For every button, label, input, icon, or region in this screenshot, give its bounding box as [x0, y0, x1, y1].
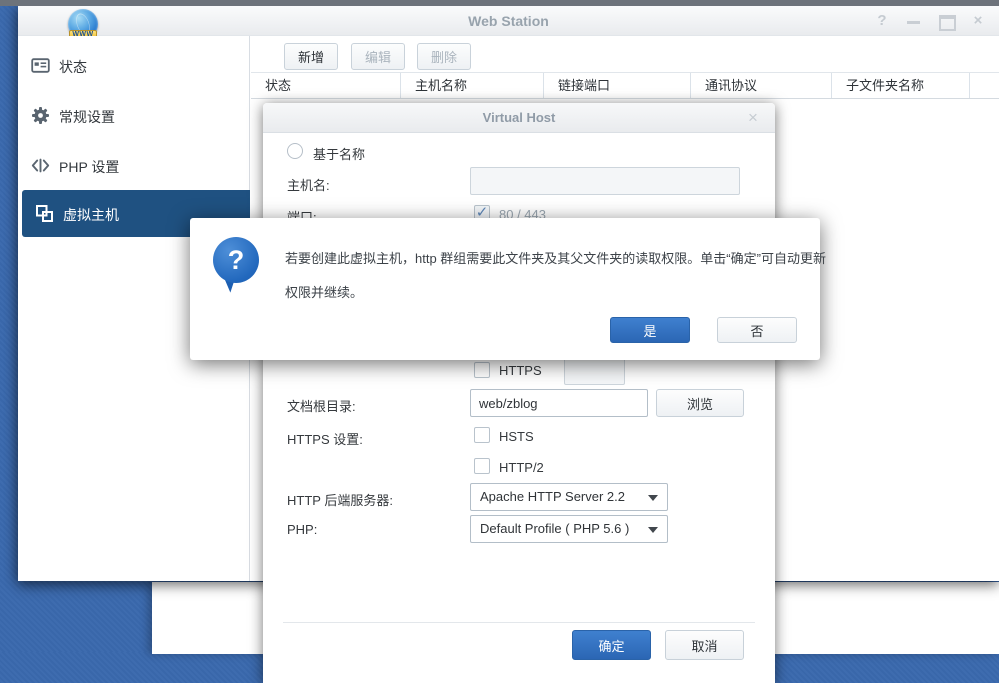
hostname-input[interactable] — [470, 167, 740, 195]
sidebar-item-label: 状态 — [59, 57, 87, 77]
delete-button[interactable]: 删除 — [417, 43, 471, 70]
php-value: Default Profile ( PHP 5.6 ) — [480, 521, 629, 536]
http2-checkbox[interactable] — [474, 458, 490, 474]
sidebar-item-status[interactable]: 状态 — [18, 52, 250, 80]
code-brackets-icon — [31, 156, 50, 175]
sidebar-item-label: PHP 设置 — [59, 157, 119, 177]
browser-top-strip — [0, 0, 999, 6]
dialog-close-icon[interactable]: × — [743, 108, 763, 128]
question-bubble-icon: ? — [213, 237, 259, 283]
no-button[interactable]: 否 — [717, 317, 797, 343]
maximize-icon[interactable] — [937, 12, 955, 30]
help-icon[interactable]: ? — [873, 12, 891, 30]
dialog-footer-divider — [283, 622, 755, 623]
https-settings-label: HTTPS 设置: — [287, 429, 363, 448]
docroot-input[interactable] — [470, 389, 648, 417]
minimize-icon[interactable] — [905, 12, 923, 30]
backend-server-label: HTTP 后端服务器: — [287, 490, 393, 509]
https-label: HTTPS — [499, 363, 542, 378]
column-header-hostname[interactable]: 主机名称 — [401, 73, 544, 98]
cancel-button[interactable]: 取消 — [665, 630, 744, 660]
virtual-host-dialog: Virtual Host × 基于名称 主机名: 端口: ✓ 80 / 443 … — [263, 103, 775, 683]
sidebar-item-label: 虚拟主机 — [63, 205, 119, 225]
window-title: Web Station — [18, 6, 999, 36]
name-based-radio[interactable] — [287, 143, 303, 159]
dropdown-arrow-icon — [648, 495, 658, 501]
https-port-input[interactable] — [564, 357, 625, 385]
edit-button[interactable]: 编辑 — [351, 43, 405, 70]
browse-button[interactable]: 浏览 — [656, 389, 744, 417]
https-checkbox[interactable] — [474, 362, 490, 378]
backend-server-dropdown[interactable]: Apache HTTP Server 2.2 — [470, 483, 668, 511]
php-dropdown[interactable]: Default Profile ( PHP 5.6 ) — [470, 515, 668, 543]
hsts-checkbox[interactable] — [474, 427, 490, 443]
toolbar: 新增 编辑 删除 — [251, 36, 999, 72]
column-header-status[interactable]: 状态 — [251, 73, 401, 98]
hsts-label: HSTS — [499, 429, 534, 444]
sidebar-item-label: 常规设置 — [59, 107, 115, 127]
sidebar-item-general-settings[interactable]: 常规设置 — [18, 102, 250, 130]
status-card-icon — [31, 56, 50, 75]
http2-label: HTTP/2 — [499, 460, 544, 475]
name-based-label: 基于名称 — [313, 144, 365, 163]
php-label: PHP: — [287, 522, 317, 537]
question-mark-glyph: ? — [213, 237, 259, 283]
confirm-buttons: 是 否 — [610, 317, 797, 343]
docroot-label: 文档根目录: — [287, 396, 356, 415]
table-header: 状态 主机名称 链接端口 通讯协议 子文件夹名称 — [251, 72, 999, 99]
dropdown-arrow-icon — [648, 527, 658, 533]
ok-button[interactable]: 确定 — [572, 630, 651, 660]
confirm-dialog: ? 若要创建此虚拟主机，http 群组需要此文件夹及其父文件夹的读取权限。单击“… — [190, 218, 820, 360]
backend-server-value: Apache HTTP Server 2.2 — [480, 489, 625, 504]
virtual-host-dialog-header: Virtual Host × — [263, 103, 775, 133]
close-icon[interactable]: × — [969, 12, 987, 30]
sidebar-item-php-settings[interactable]: PHP 设置 — [18, 152, 250, 180]
column-header-subfolder[interactable]: 子文件夹名称 — [832, 73, 970, 98]
yes-button[interactable]: 是 — [610, 317, 690, 343]
confirm-message: 若要创建此虚拟主机，http 群组需要此文件夹及其父文件夹的读取权限。单击“确定… — [285, 242, 837, 310]
gear-icon — [31, 106, 50, 125]
dialog-title: Virtual Host — [263, 103, 775, 133]
titlebar: WWW Web Station ? × — [18, 6, 999, 36]
column-header-filler — [970, 73, 999, 98]
add-button[interactable]: 新增 — [284, 43, 338, 70]
column-header-port[interactable]: 链接端口 — [544, 73, 691, 98]
hostname-label: 主机名: — [287, 175, 330, 194]
window-controls: ? × — [873, 6, 987, 36]
column-header-protocol[interactable]: 通讯协议 — [691, 73, 832, 98]
virtual-host-icon — [35, 204, 54, 223]
